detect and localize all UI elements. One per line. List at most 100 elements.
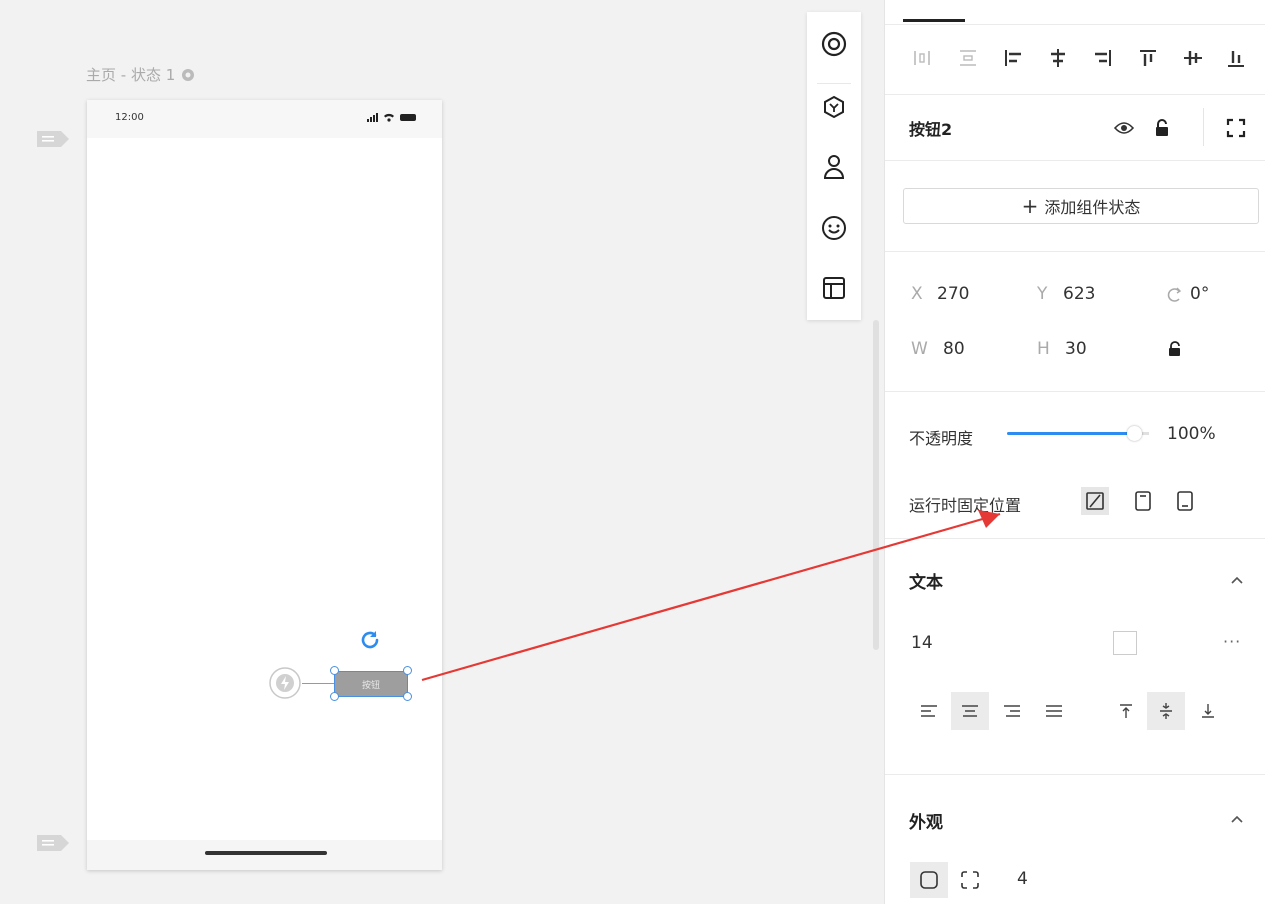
chevron-up-icon[interactable] bbox=[1229, 811, 1245, 827]
fix-top-icon bbox=[1135, 491, 1151, 511]
active-tab-indicator bbox=[903, 19, 965, 22]
add-component-state-button[interactable]: + 添加组件状态 bbox=[903, 188, 1259, 224]
toolbar-separator bbox=[817, 83, 851, 84]
home-indicator bbox=[205, 851, 327, 855]
emoji-icon[interactable] bbox=[819, 213, 849, 243]
resize-handle-top-right[interactable] bbox=[403, 666, 412, 675]
lightning-event-icon[interactable] bbox=[268, 666, 302, 700]
text-align-right-button[interactable] bbox=[993, 692, 1031, 730]
page-tag-icon[interactable] bbox=[36, 832, 70, 854]
w-label: W bbox=[911, 339, 928, 359]
layout-icon[interactable] bbox=[819, 273, 849, 303]
status-time: 12:00 bbox=[115, 112, 144, 123]
valign-middle-icon bbox=[1160, 703, 1172, 719]
divider bbox=[885, 251, 1265, 252]
opacity-slider-track[interactable] bbox=[1007, 432, 1135, 435]
individual-radius-button[interactable] bbox=[951, 862, 989, 898]
page-tag-icon[interactable] bbox=[36, 128, 70, 150]
fixed-bottom-button[interactable] bbox=[1171, 487, 1199, 515]
align-center-horizontal-icon[interactable] bbox=[1045, 45, 1071, 71]
text-align-right-icon bbox=[1004, 705, 1020, 717]
button-widget-label: 按钮 bbox=[361, 680, 380, 691]
selected-button-widget[interactable]: 按钮 bbox=[334, 671, 408, 697]
phone-status-bar: 12:00 bbox=[87, 100, 442, 138]
divider bbox=[885, 24, 1265, 25]
aspect-lock-icon[interactable] bbox=[1166, 340, 1184, 358]
fullscreen-icon[interactable] bbox=[1225, 117, 1247, 139]
text-align-left-button[interactable] bbox=[910, 692, 948, 730]
distribute-vertical-icon[interactable] bbox=[955, 45, 981, 71]
resize-handle-bottom-left[interactable] bbox=[330, 692, 339, 701]
eye-visibility-icon[interactable] bbox=[1113, 117, 1135, 139]
distribute-horizontal-icon[interactable] bbox=[909, 45, 935, 71]
align-bottom-icon[interactable] bbox=[1223, 45, 1249, 71]
rotation-input[interactable]: 0° bbox=[1190, 284, 1209, 304]
font-size-input[interactable]: 14 bbox=[911, 633, 933, 653]
status-icons bbox=[367, 113, 416, 122]
user-icon[interactable] bbox=[819, 152, 849, 182]
fixed-none-button[interactable] bbox=[1081, 487, 1109, 515]
align-top-icon[interactable] bbox=[1135, 45, 1161, 71]
divider bbox=[885, 774, 1265, 775]
align-right-icon[interactable] bbox=[1090, 45, 1116, 71]
page-state-name: 主页 - 状态 1 bbox=[86, 66, 176, 84]
divider bbox=[885, 538, 1265, 539]
uniform-radius-button[interactable] bbox=[910, 862, 948, 898]
align-middle-icon[interactable] bbox=[1180, 45, 1206, 71]
design-canvas[interactable]: 主页 - 状态 1 12:00 按钮 bbox=[0, 0, 884, 904]
text-justify-icon bbox=[1046, 705, 1062, 717]
divider bbox=[885, 94, 1265, 95]
refresh-icon[interactable] bbox=[358, 628, 382, 652]
x-input[interactable]: 270 bbox=[937, 284, 969, 304]
header-separator bbox=[1203, 108, 1204, 146]
h-label: H bbox=[1037, 339, 1050, 359]
target-icon[interactable] bbox=[819, 29, 849, 59]
corner-radius-icon bbox=[961, 871, 979, 889]
text-justify-button[interactable] bbox=[1035, 692, 1073, 730]
phone-frame: 12:00 bbox=[87, 100, 442, 870]
chevron-up-icon[interactable] bbox=[1229, 572, 1245, 588]
x-label: X bbox=[911, 284, 923, 304]
valign-top-icon bbox=[1120, 704, 1132, 718]
resize-handle-bottom-right[interactable] bbox=[403, 692, 412, 701]
w-input[interactable]: 80 bbox=[943, 339, 965, 359]
gear-icon[interactable] bbox=[181, 68, 195, 82]
opacity-value[interactable]: 100% bbox=[1167, 424, 1216, 444]
valign-middle-button[interactable] bbox=[1147, 692, 1185, 730]
fixed-top-button[interactable] bbox=[1129, 487, 1157, 515]
radius-input[interactable]: 4 bbox=[1017, 869, 1028, 889]
appearance-section-title: 外观 bbox=[909, 813, 943, 833]
h-input[interactable]: 30 bbox=[1065, 339, 1087, 359]
more-options-icon[interactable]: ··· bbox=[1223, 632, 1247, 652]
valign-bottom-button[interactable] bbox=[1189, 692, 1227, 730]
text-color-swatch[interactable] bbox=[1113, 631, 1137, 655]
resize-handle-top-left[interactable] bbox=[330, 666, 339, 675]
page-state-label[interactable]: 主页 - 状态 1 bbox=[86, 64, 195, 85]
properties-panel: 按钮2 + 添加组件状态 X 270 Y 623 0° W 80 H 30 不透… bbox=[884, 0, 1265, 904]
divider bbox=[885, 391, 1265, 392]
fixed-position-label: 运行时固定位置 bbox=[909, 496, 1022, 515]
selected-object-name[interactable]: 按钮2 bbox=[909, 116, 952, 140]
divider bbox=[885, 160, 1265, 161]
align-left-icon[interactable] bbox=[1000, 45, 1026, 71]
add-state-label: 添加组件状态 bbox=[1044, 198, 1141, 217]
lock-open-icon[interactable] bbox=[1151, 117, 1173, 139]
y-label: Y bbox=[1037, 284, 1048, 304]
phone-bottom-bar bbox=[87, 840, 442, 870]
opacity-slider-knob[interactable] bbox=[1127, 426, 1142, 441]
text-align-center-button[interactable] bbox=[951, 692, 989, 730]
fix-bottom-icon bbox=[1177, 491, 1193, 511]
event-connector-line bbox=[302, 683, 334, 684]
plus-icon: + bbox=[1021, 194, 1039, 218]
text-align-center-icon bbox=[962, 705, 978, 717]
floating-toolbar bbox=[807, 12, 861, 320]
valign-top-button[interactable] bbox=[1107, 692, 1145, 730]
component-icon[interactable] bbox=[819, 92, 849, 122]
y-input[interactable]: 623 bbox=[1063, 284, 1095, 304]
valign-bottom-icon bbox=[1202, 704, 1214, 718]
canvas-scrollbar[interactable] bbox=[873, 320, 879, 650]
opacity-label: 不透明度 bbox=[909, 429, 974, 448]
rotate-icon bbox=[1167, 287, 1182, 302]
no-fix-icon bbox=[1086, 492, 1104, 510]
rounded-square-icon bbox=[920, 871, 938, 889]
